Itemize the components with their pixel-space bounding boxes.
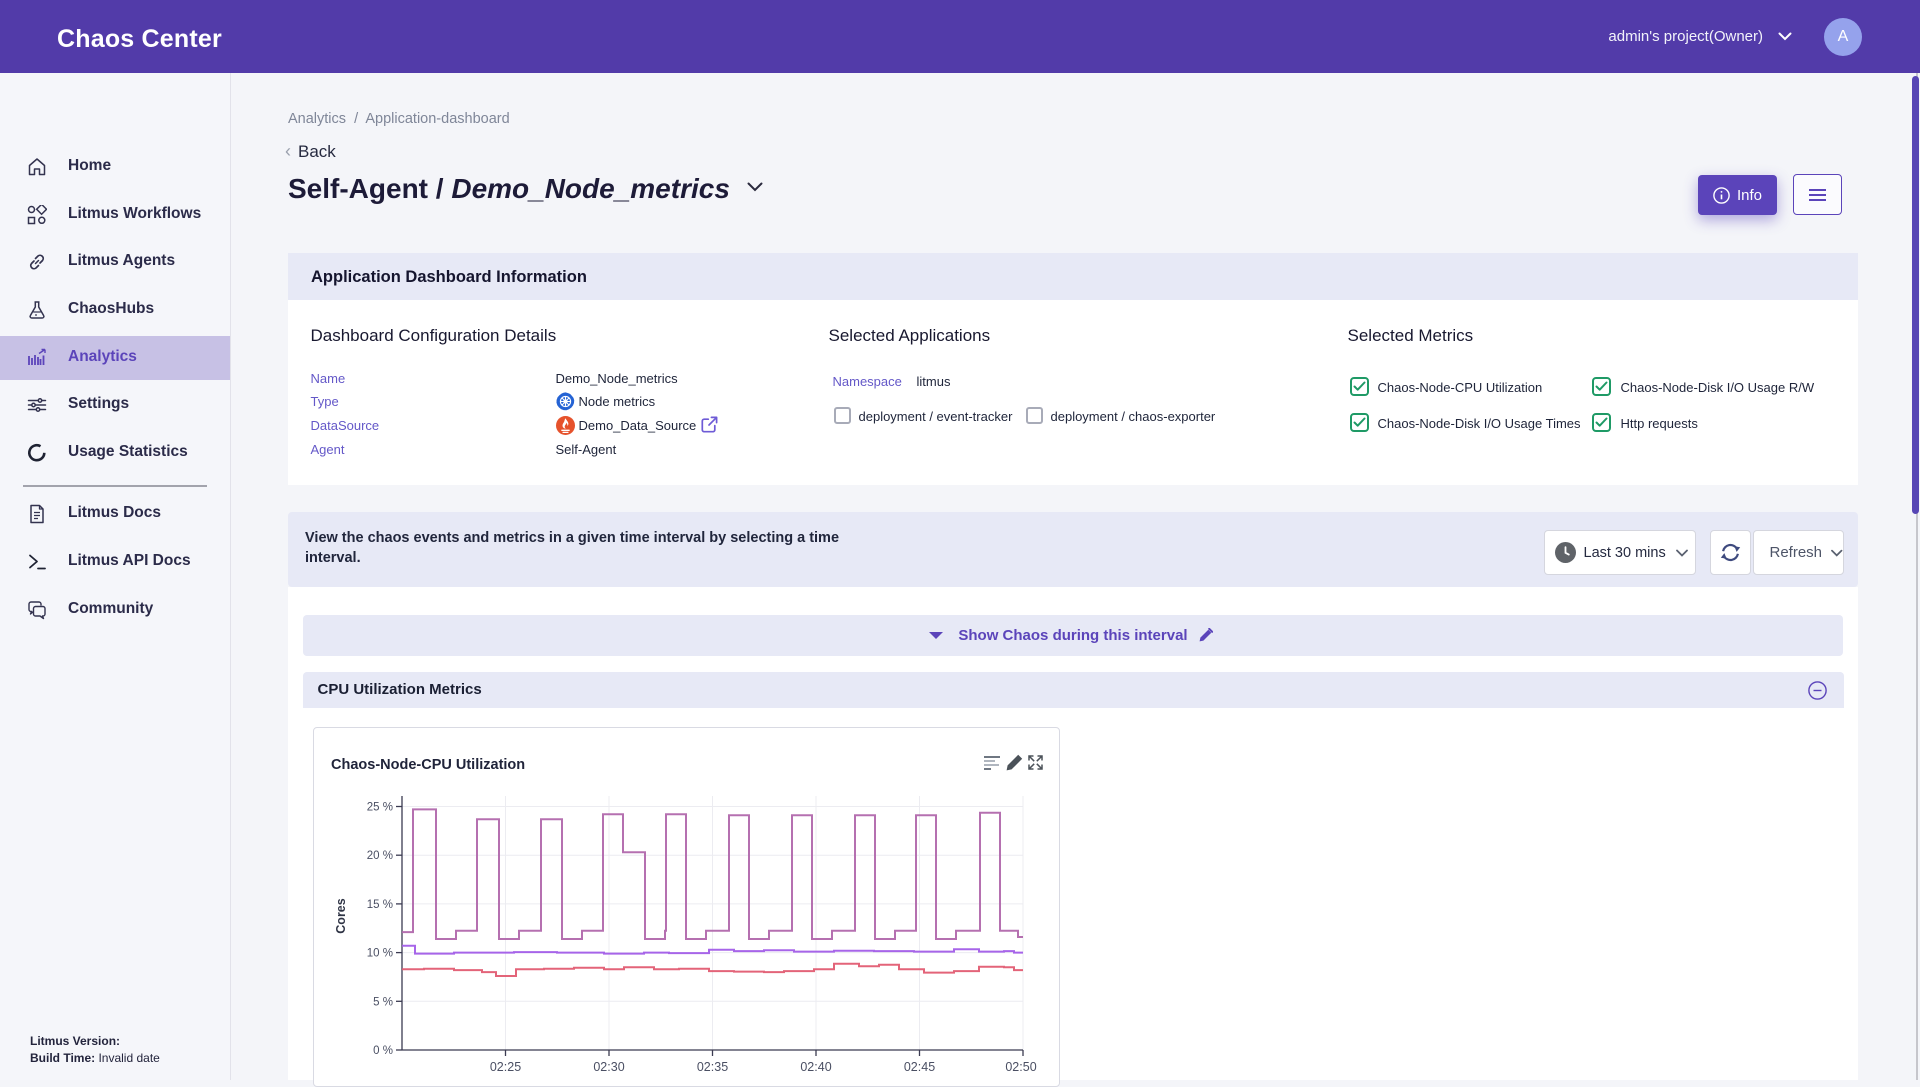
- svg-text:02:25: 02:25: [490, 1060, 521, 1074]
- svg-text:02:40: 02:40: [800, 1060, 831, 1074]
- svg-text:Cores: Cores: [334, 898, 348, 933]
- svg-text:02:45: 02:45: [904, 1060, 935, 1074]
- svg-text:25 %: 25 %: [367, 802, 393, 814]
- svg-text:10 %: 10 %: [367, 948, 393, 960]
- svg-text:20 %: 20 %: [367, 850, 393, 862]
- svg-text:02:50: 02:50: [1005, 1060, 1036, 1074]
- svg-text:15 %: 15 %: [367, 899, 393, 911]
- svg-text:5 %: 5 %: [373, 996, 393, 1008]
- svg-text:02:30: 02:30: [593, 1060, 624, 1074]
- svg-text:0 %: 0 %: [373, 1045, 393, 1057]
- svg-text:02:35: 02:35: [697, 1060, 728, 1074]
